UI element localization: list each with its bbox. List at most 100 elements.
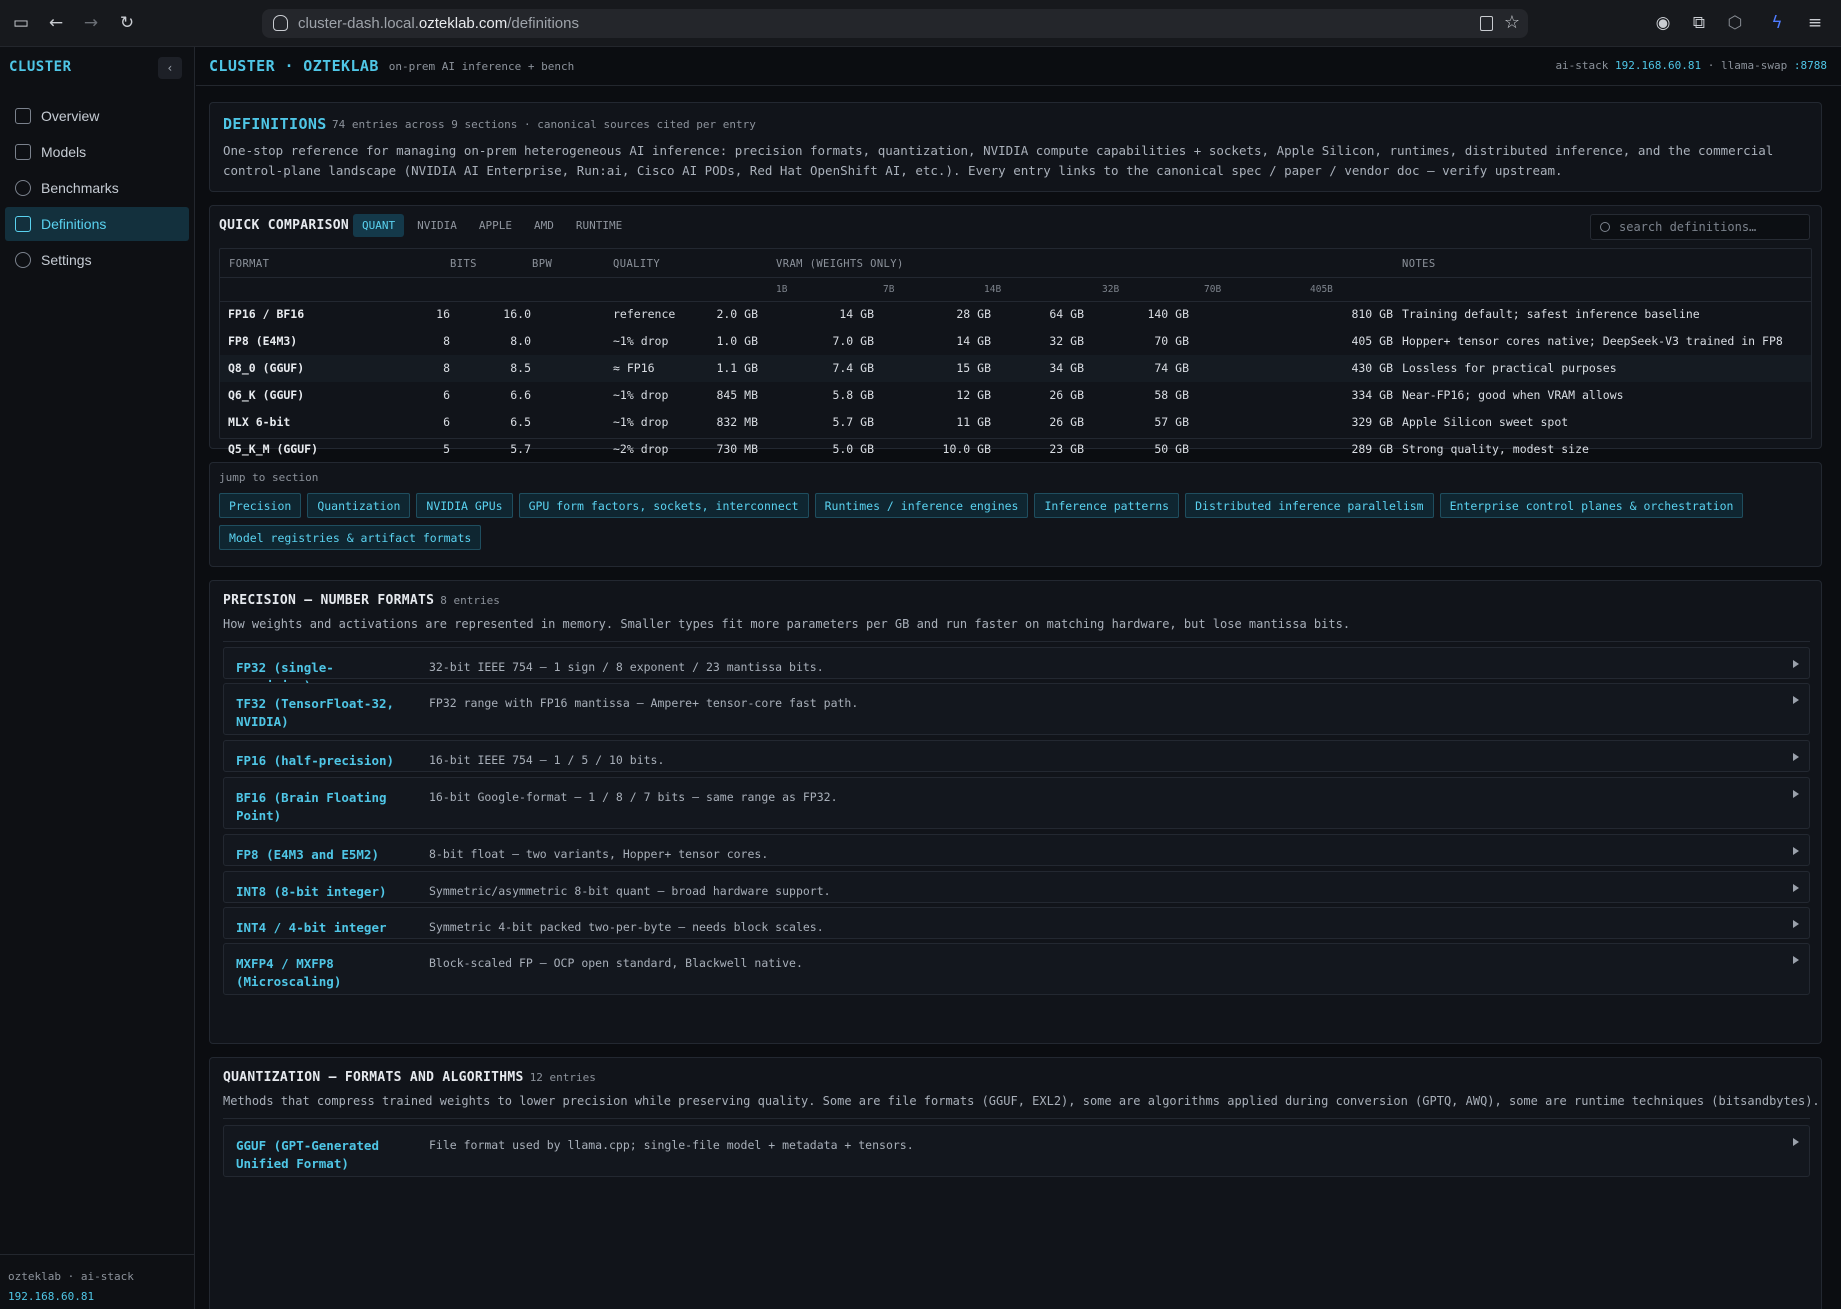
- expand-caret-icon[interactable]: [1793, 790, 1799, 798]
- cell-format: FP16 / BF16: [228, 307, 305, 321]
- definition-entry[interactable]: INT4 / 4-bit integer Symmetric 4-bit pack…: [223, 907, 1810, 939]
- cell-format: Q6_K (GGUF): [228, 388, 305, 402]
- chip-inference-patterns[interactable]: Inference patterns: [1034, 493, 1180, 518]
- expand-caret-icon[interactable]: [1793, 753, 1799, 761]
- sidebar-item-benchmarks[interactable]: Benchmarks: [5, 171, 189, 205]
- definition-entry[interactable]: INT8 (8-bit integer) Symmetric/asymmetric…: [223, 871, 1810, 903]
- tab-runtime[interactable]: RUNTIME: [567, 214, 631, 237]
- chip-gpu-form-factors[interactable]: GPU form factors, sockets, interconnect: [518, 493, 809, 518]
- reader-mode-icon[interactable]: [1480, 16, 1493, 31]
- chevron-left-icon: ‹: [166, 61, 174, 75]
- cell-vram-32b: 34 GB: [1049, 361, 1084, 375]
- expand-caret-icon[interactable]: [1793, 884, 1799, 892]
- forward-icon[interactable]: →: [80, 12, 102, 34]
- tab-apple[interactable]: APPLE: [470, 214, 521, 237]
- chip-nvidia-gpus[interactable]: NVIDIA GPUs: [416, 493, 513, 518]
- cell-vram-7b: 7.0 GB: [832, 334, 874, 348]
- menu-icon[interactable]: ≡: [1804, 12, 1826, 34]
- expand-caret-icon[interactable]: [1793, 1138, 1799, 1146]
- entry-name[interactable]: BF16 (Brain Floating Point): [236, 789, 401, 825]
- table-row[interactable]: FP16 / BF16 16 16.0 2.0 GB 14 GB 28 GB 64 GB 14…: [220, 301, 1811, 328]
- account-icon[interactable]: ◉: [1652, 12, 1674, 34]
- cell-format: Q8_0 (GGUF): [228, 361, 305, 375]
- expand-caret-icon[interactable]: [1793, 847, 1799, 855]
- entry-name[interactable]: TF32 (TensorFloat-32, NVIDIA): [236, 695, 401, 731]
- host-label: ozteklab · ai-stack: [8, 1270, 134, 1283]
- entry-summary: Block-scaled FP — OCP open standard, Bla…: [429, 956, 803, 970]
- definition-entry[interactable]: FP32 (single-precision)32-bit IEEE 754 —…: [223, 647, 1810, 693]
- cell-vram-70b: 57 GB: [1154, 415, 1189, 429]
- comparison-table: FORMAT BITS BPW QUALITY VRAM (WEIGHTS ON…: [219, 248, 1812, 517]
- tab-quant[interactable]: QUANT: [353, 214, 405, 237]
- definition-entry[interactable]: TF32 (TensorFloat-32, NVIDIA) FP32 range …: [223, 683, 1810, 735]
- chip-enterprise-control-planes[interactable]: Enterprise control planes & orchestratio…: [1439, 493, 1744, 518]
- gear-icon: [15, 252, 31, 268]
- table-row[interactable]: MLX 6-bit 6 6.5 832 MB 5.7 GB 11 GB 26 GB 57 GB…: [220, 409, 1811, 436]
- table-row[interactable]: Q5_K_M (GGUF) 5 5.7 730 MB 5.0 GB 10.0 GB 23 G…: [220, 436, 1811, 463]
- tab-amd[interactable]: AMD: [525, 214, 563, 237]
- cell-quality: ≈ FP16: [613, 361, 655, 375]
- definition-entry[interactable]: FP16 (half-precision) 16-bit IEEE 754 — 1…: [223, 740, 1810, 772]
- entry-name[interactable]: INT4 / 4-bit integer: [236, 919, 401, 937]
- main-content: DEFINITIONS 74 entries across 9 sections…: [196, 86, 1841, 1309]
- table-row[interactable]: Q8_0 (GGUF) 8 8.5 1.1 GB 7.4 GB 15 GB 34 GB 74 …: [220, 355, 1811, 382]
- extensions-icon[interactable]: ⧉: [1688, 12, 1710, 34]
- definition-entry[interactable]: GGUF (GPT-Generated Unified Format) File …: [223, 1125, 1810, 1177]
- cell-bits: 16: [436, 307, 450, 321]
- chip-model-registries[interactable]: Model registries & artifact formats: [219, 525, 482, 550]
- site-info-icon[interactable]: [273, 15, 288, 31]
- definition-entry[interactable]: FP8 (E4M3 and E5M2) 8-bit float — two var…: [223, 834, 1810, 866]
- sidebar-item-models[interactable]: Models: [5, 135, 189, 169]
- expand-caret-icon[interactable]: [1793, 920, 1799, 928]
- collapse-sidebar-button[interactable]: ‹: [158, 57, 182, 79]
- cell-vram-1b: 832 MB: [716, 415, 758, 429]
- tab-nvidia[interactable]: NVIDIA: [408, 214, 466, 237]
- cell-format: Q5_K_M (GGUF): [228, 442, 319, 456]
- sidebar-item-overview[interactable]: Overview: [5, 99, 189, 133]
- chip-distributed-parallelism[interactable]: Distributed inference parallelism: [1185, 493, 1434, 518]
- address-bar[interactable]: cluster-dash.local. ozteklab.com/definiti…: [262, 9, 1528, 38]
- cell-notes: Lossless for practical purposes: [1402, 361, 1617, 375]
- sidebar-item-settings[interactable]: Settings: [5, 243, 189, 277]
- cell-quality: ~1% drop: [613, 388, 669, 402]
- sidebar-brand[interactable]: CLUSTER: [9, 59, 72, 75]
- section-title-text: QUANTIZATION — FORMATS AND ALGORITHMS: [223, 1070, 524, 1085]
- cell-bits: 5: [443, 442, 450, 456]
- definition-entry[interactable]: BF16 (Brain Floating Point) 16-bit Google…: [223, 777, 1810, 829]
- entry-name[interactable]: FP16 (half-precision): [236, 752, 401, 770]
- entry-name[interactable]: MXFP4 / MXFP8 (Microscaling): [236, 955, 401, 991]
- shield-extension-icon[interactable]: ⬡: [1724, 12, 1746, 34]
- cell-vram-14b: 14 GB: [956, 334, 991, 348]
- table-row[interactable]: FP8 (E4M3) 8 8.0 1.0 GB 7.0 GB 14 GB 32 GB 70 G…: [220, 328, 1811, 355]
- cell-vram-32b: 23 GB: [1049, 442, 1084, 456]
- size-1b: 1B: [776, 284, 788, 295]
- chip-quantization[interactable]: Quantization: [307, 493, 411, 518]
- cell-vram-70b: 50 GB: [1154, 442, 1189, 456]
- section-title: PRECISION — NUMBER FORMATS 8 entries: [223, 593, 500, 608]
- chip-runtimes[interactable]: Runtimes / inference engines: [814, 493, 1029, 518]
- chip-precision[interactable]: Precision: [219, 493, 302, 518]
- stack-label: ai-stack: [1555, 59, 1609, 72]
- header-quality: QUALITY: [613, 258, 661, 270]
- entry-summary: Symmetric/asymmetric 8-bit quant — broad…: [429, 884, 831, 898]
- search-input[interactable]: [1619, 220, 1799, 234]
- sidebar-item-definitions[interactable]: Definitions: [5, 207, 189, 241]
- back-icon[interactable]: ←: [45, 12, 67, 34]
- expand-caret-icon[interactable]: [1793, 956, 1799, 964]
- table-row[interactable]: Q6_K (GGUF) 6 6.6 845 MB 5.8 GB 12 GB 26 GB 58 …: [220, 382, 1811, 409]
- entry-name[interactable]: FP8 (E4M3 and E5M2): [236, 846, 401, 864]
- sidebar-item-label: Definitions: [41, 216, 107, 232]
- entry-name[interactable]: INT8 (8-bit integer): [236, 883, 401, 901]
- cell-bits: 6: [443, 388, 450, 402]
- bookmark-star-icon[interactable]: ☆: [1504, 12, 1520, 33]
- cell-vram-7b: 14 GB: [839, 307, 874, 321]
- expand-caret-icon[interactable]: [1793, 660, 1799, 668]
- entry-name[interactable]: GGUF (GPT-Generated Unified Format): [236, 1137, 401, 1173]
- cell-bpw: 8.0: [510, 334, 531, 348]
- bolt-extension-icon[interactable]: ϟ: [1766, 12, 1788, 34]
- expand-caret-icon[interactable]: [1793, 696, 1799, 704]
- top-bar: CLUSTER · OZTEKLAB on-prem AI inference …: [196, 47, 1841, 86]
- reload-icon[interactable]: ↻: [116, 12, 138, 34]
- definition-entry[interactable]: MXFP4 / MXFP8 (Microscaling) Block-scaled…: [223, 943, 1810, 995]
- sidebar-toggle-icon[interactable]: ▭: [10, 12, 32, 34]
